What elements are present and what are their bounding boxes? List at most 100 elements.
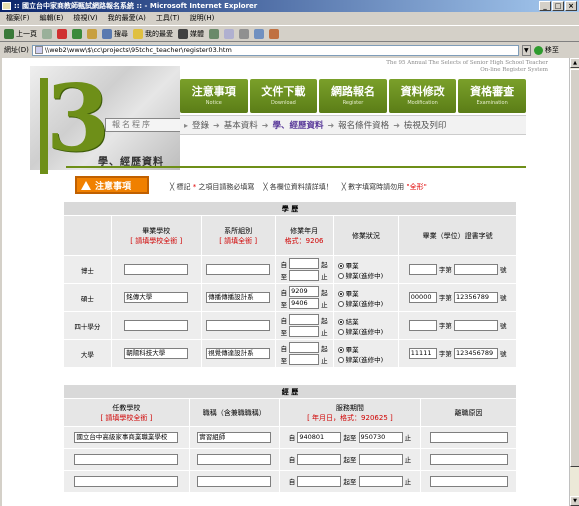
address-input[interactable]: \\web2\www\$\cc\projects\95tchc_teacher\…	[31, 44, 519, 56]
nav-download[interactable]: 文件下載 Download	[249, 79, 318, 113]
radio-studying[interactable]	[337, 328, 344, 335]
exp-title-input[interactable]	[197, 454, 272, 465]
forward-button[interactable]	[42, 28, 52, 39]
cert-word-input[interactable]: 00000	[408, 292, 437, 304]
cert-word-input[interactable]: 11111	[408, 348, 437, 360]
col-exp-title: 職稱（含兼職職稱）	[188, 398, 280, 427]
menu-favorites[interactable]: 我的最愛(A)	[108, 12, 146, 25]
go-arrow-icon	[533, 45, 543, 55]
vertical-scrollbar[interactable]: ▲ ▼	[569, 58, 579, 506]
home-button[interactable]	[87, 28, 97, 39]
search-button[interactable]: 搜尋	[102, 28, 128, 39]
col-exp-school: 任教學校[ 請填學校全銜 ]	[63, 398, 190, 427]
exp-reason-input[interactable]	[429, 476, 508, 487]
radio-graduated[interactable]	[337, 346, 344, 353]
menu-file[interactable]: 檔案(F)	[6, 12, 30, 25]
scroll-down-icon[interactable]: ▼	[570, 496, 579, 506]
exp-title-input[interactable]: 實習組師	[197, 432, 272, 443]
refresh-button[interactable]	[72, 28, 82, 39]
to-input[interactable]	[289, 326, 320, 337]
cert-word-input[interactable]	[408, 264, 437, 276]
page-icon	[34, 46, 43, 54]
cert-number-input[interactable]	[453, 320, 498, 332]
col-dept: 系所組別[ 請填全銜 ]	[200, 215, 276, 256]
cert-word-input[interactable]	[408, 320, 437, 332]
go-button[interactable]: 移至	[533, 45, 559, 55]
to-input[interactable]	[289, 270, 320, 281]
nav-notice[interactable]: 注意事項 Notice	[180, 79, 248, 113]
scroll-thumb[interactable]	[570, 69, 579, 467]
exp-reason-input[interactable]	[429, 454, 508, 465]
dept-input[interactable]: 傳播傳播設計系	[206, 292, 271, 303]
col-ym: 修業年月 格式：9206	[274, 215, 334, 256]
page-content: The 95 Annual The Selects of Senior High…	[30, 58, 548, 506]
menu-edit[interactable]: 編輯(E)	[40, 12, 64, 25]
stop-button[interactable]	[57, 28, 67, 39]
edit-button[interactable]	[254, 28, 264, 39]
from-input[interactable]	[289, 342, 320, 353]
address-dropdown-icon[interactable]: ▼	[521, 44, 531, 56]
notice-button[interactable]: 注意事項	[75, 176, 149, 194]
step-basic[interactable]: 基本資料	[224, 119, 258, 131]
step-qualification[interactable]: 報名條件資格	[338, 119, 389, 131]
print-button[interactable]	[239, 28, 249, 39]
from-input[interactable]	[289, 314, 320, 325]
experience-table: 經 歷 任教學校[ 請填學校全銜 ] 職稱（含兼職職稱） 服務期間[ 年月日，格…	[63, 384, 517, 493]
exp-school-input[interactable]	[74, 476, 179, 487]
dept-input[interactable]	[206, 264, 271, 275]
discuss-button[interactable]	[269, 28, 279, 39]
to-input[interactable]	[289, 354, 320, 365]
history-icon	[209, 28, 219, 39]
radio-studying[interactable]	[337, 272, 344, 279]
ie-icon	[2, 2, 11, 10]
radio-studying[interactable]	[337, 356, 344, 363]
radio-graduated[interactable]	[337, 290, 344, 297]
back-button[interactable]: 上一頁	[4, 28, 37, 39]
mail-icon	[224, 28, 234, 39]
nav-examination[interactable]: 資格審查 Examination	[458, 79, 526, 113]
exp-reason-input[interactable]	[429, 432, 508, 443]
cert-number-input[interactable]	[453, 264, 498, 276]
radio-studying[interactable]	[337, 300, 344, 307]
close-button[interactable]: ×	[565, 1, 577, 11]
school-input[interactable]	[124, 264, 189, 275]
cert-number-input[interactable]: 123456789	[453, 348, 498, 360]
exp-to-input[interactable]	[358, 454, 403, 466]
radio-graduated[interactable]	[337, 262, 344, 269]
exp-title-input[interactable]	[197, 476, 272, 487]
exp-from-input[interactable]	[297, 454, 342, 466]
step-print[interactable]: 檢視及列印	[404, 119, 447, 131]
exp-to-input[interactable]	[358, 476, 403, 488]
minimize-button[interactable]: _	[539, 1, 551, 11]
mail-button[interactable]	[224, 28, 234, 39]
exp-school-input[interactable]: 國立台中高級家事商業職業學校	[74, 432, 179, 443]
dept-input[interactable]	[206, 320, 271, 331]
media-button[interactable]: 媒體	[178, 28, 204, 39]
to-input[interactable]: 9406	[289, 298, 320, 309]
row-label: 博士	[63, 255, 112, 284]
radio-graduated[interactable]	[337, 318, 344, 325]
exp-school-input[interactable]	[74, 454, 179, 465]
favorites-button[interactable]: 我的最愛	[133, 28, 173, 39]
step-education[interactable]: 學、經歷資料	[272, 119, 323, 131]
scroll-up-icon[interactable]: ▲	[570, 58, 579, 68]
cert-number-input[interactable]: 12356789	[453, 292, 498, 304]
menu-view[interactable]: 檢視(V)	[73, 12, 97, 25]
exp-from-input[interactable]: 940801	[297, 432, 342, 444]
step-login[interactable]: 登錄	[192, 119, 209, 131]
exp-from-input[interactable]	[297, 476, 342, 488]
school-input[interactable]: 銘傳大學	[124, 292, 189, 303]
dept-input[interactable]: 視覺傳達設計系	[206, 348, 271, 359]
maximize-button[interactable]: □	[552, 1, 564, 11]
exp-to-input[interactable]: 950730	[358, 432, 403, 444]
nav-modification[interactable]: 資料修改 Modification	[388, 79, 457, 113]
step-arrow-icon: ➜	[261, 120, 269, 130]
menu-help[interactable]: 說明(H)	[190, 12, 215, 25]
menu-tools[interactable]: 工具(T)	[156, 12, 180, 25]
from-input[interactable]: 9209	[289, 286, 320, 297]
school-input[interactable]	[124, 320, 189, 331]
nav-register[interactable]: 網路報名 Register	[319, 79, 387, 113]
history-button[interactable]	[209, 28, 219, 39]
from-input[interactable]	[289, 258, 320, 269]
school-input[interactable]: 朝陽科技大學	[124, 348, 189, 359]
